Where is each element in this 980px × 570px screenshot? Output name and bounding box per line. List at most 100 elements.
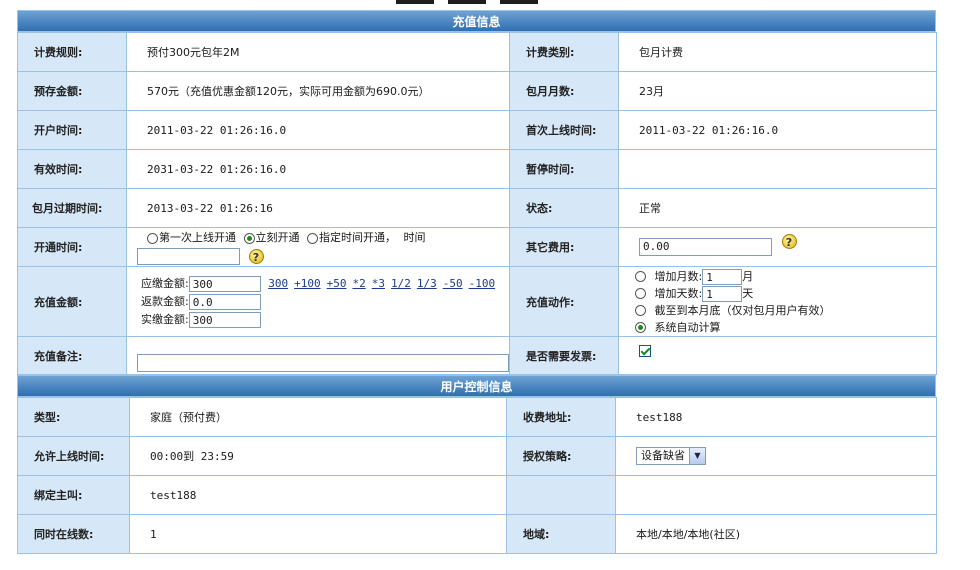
billing-category-label: 计费类别: xyxy=(509,32,619,72)
action-cell: 增加月数: 1 月 增加天数: 1 天 截至到本月底（仅对包月用户有效） 系统自动计算 xyxy=(618,266,937,337)
type-label: 类型: xyxy=(17,397,130,437)
bind-caller-value: test188 xyxy=(129,475,507,515)
auth-policy-label: 授权策略: xyxy=(506,436,616,476)
concurrent-label: 同时在线数: xyxy=(17,514,130,554)
billing-rule-value: 预付300元包年2M xyxy=(126,32,510,72)
action-radio-add-days[interactable] xyxy=(635,288,646,299)
billing-rule-label: 计费规则: xyxy=(17,32,127,72)
quick-amount-link[interactable]: *2 xyxy=(352,277,365,290)
open-time-value: 2011-03-22 01:26:16.0 xyxy=(126,110,510,150)
open-time-label: 开户时间: xyxy=(17,110,127,150)
auth-policy-cell: 设备缺省 ▼ xyxy=(615,436,937,476)
region-label: 地域: xyxy=(506,514,616,554)
region-value: 本地/本地/本地(社区) xyxy=(615,514,937,554)
status-value: 正常 xyxy=(618,188,937,228)
other-fee-label: 其它费用: xyxy=(509,227,619,267)
table-row: 充值金额: 应缴金额: 300 300 +100 +50 *2 *3 1/2 1/3 -50 -1… xyxy=(17,266,937,337)
bind-caller-label: 绑定主叫: xyxy=(17,475,130,515)
table-row: 计费规则: 预付300元包年2M 计费类别: 包月计费 xyxy=(17,32,937,72)
deposit-value: 570元（充值优惠金额120元，实际可用金额为690.0元） xyxy=(126,71,510,111)
deposit-label: 预存金额: xyxy=(17,71,127,111)
form-container: 充值信息 计费规则: 预付300元包年2M 计费类别: 包月计费 预存金额: 5… xyxy=(17,10,937,554)
add-days-input[interactable]: 1 xyxy=(702,285,743,302)
activation-radio-immediate[interactable] xyxy=(243,232,255,244)
invoice-checkbox[interactable] xyxy=(639,345,651,357)
empty-label xyxy=(506,475,616,515)
activation-radio-specified[interactable] xyxy=(307,232,318,244)
toolbar-button-2[interactable] xyxy=(448,0,486,4)
billing-category-value: 包月计费 xyxy=(618,32,937,72)
quick-amount-links: 300 +100 +50 *2 *3 1/2 1/3 -50 -100 xyxy=(268,277,501,290)
first-online-value: 2011-03-22 01:26:16.0 xyxy=(618,110,937,150)
toolbar-button-1[interactable] xyxy=(396,0,434,4)
charge-address-value: test188 xyxy=(615,397,937,437)
add-months-input[interactable]: 1 xyxy=(702,268,743,285)
due-amount-input[interactable]: 300 xyxy=(188,275,261,292)
charge-address-label: 收费地址: xyxy=(506,397,616,437)
type-value: 家庭（预付费） xyxy=(129,397,507,437)
due-label: 应缴金额: xyxy=(141,276,189,290)
quick-amount-link[interactable]: -50 xyxy=(443,277,463,290)
table-row: 有效时间: 2031-03-22 01:26:16.0 暂停时间: xyxy=(17,149,937,189)
quick-amount-link[interactable]: 1/2 xyxy=(391,277,411,290)
recharge-table: 计费规则: 预付300元包年2M 计费类别: 包月计费 预存金额: 570元（充… xyxy=(17,32,937,375)
first-online-label: 首次上线时间: xyxy=(509,110,619,150)
activation-option-specified: 指定时间开通， xyxy=(319,231,396,244)
action-label: 充值动作: xyxy=(509,266,619,337)
status-label: 状态: xyxy=(509,188,619,228)
action-auto-label: 系统自动计算 xyxy=(654,320,721,334)
help-icon[interactable]: ? xyxy=(781,233,797,249)
action-add-months-label: 增加月数: xyxy=(654,269,703,283)
table-row: 类型: 家庭（预付费） 收费地址: test188 xyxy=(17,397,937,437)
remark-label: 充值备注: xyxy=(17,336,127,375)
activation-label: 开通时间: xyxy=(17,227,127,267)
invoice-label: 是否需要发票: xyxy=(509,336,619,375)
other-fee-input[interactable]: 0.00 xyxy=(639,238,772,256)
toolbar-button-3[interactable] xyxy=(500,0,538,4)
allowed-time-label: 允许上线时间: xyxy=(17,436,130,476)
auth-policy-selected: 设备缺省 xyxy=(641,449,685,462)
quick-amount-link[interactable]: -100 xyxy=(469,277,496,290)
allowed-time-value: 00:00到 23:59 xyxy=(129,436,507,476)
remark-cell xyxy=(126,336,510,375)
quick-amount-link[interactable]: 1/3 xyxy=(417,277,437,290)
pause-time-label: 暂停时间: xyxy=(509,149,619,189)
chevron-down-icon[interactable]: ▼ xyxy=(689,448,705,464)
refund-amount-input[interactable]: 0.0 xyxy=(188,293,261,310)
activation-time-label: 时间 xyxy=(403,231,426,244)
user-control-table: 类型: 家庭（预付费） 收费地址: test188 允许上线时间: 00:00到… xyxy=(17,397,937,554)
user-control-section-title: 用户控制信息 xyxy=(17,375,936,397)
quick-amount-link[interactable]: +50 xyxy=(327,277,347,290)
remark-input[interactable] xyxy=(137,354,509,372)
pause-time-value xyxy=(618,149,937,189)
quick-amount-link[interactable]: +100 xyxy=(294,277,321,290)
quick-amount-link[interactable]: 300 xyxy=(268,277,288,290)
table-row: 允许上线时间: 00:00到 23:59 授权策略: 设备缺省 ▼ xyxy=(17,436,937,476)
empty-value xyxy=(615,475,937,515)
table-row: 绑定主叫: test188 xyxy=(17,475,937,515)
invoice-cell xyxy=(618,336,937,375)
activation-time-input[interactable] xyxy=(137,247,240,265)
activation-option-first-online: 第一次上线开通 xyxy=(159,231,236,244)
recharge-section-title: 充值信息 xyxy=(17,10,936,32)
action-radio-month-end[interactable] xyxy=(635,305,646,316)
amount-label: 充值金额: xyxy=(17,266,127,337)
table-row: 充值备注: 是否需要发票: xyxy=(17,336,937,375)
activation-radio-first-online[interactable] xyxy=(147,232,158,244)
auth-policy-select[interactable]: 设备缺省 ▼ xyxy=(636,447,706,465)
expire-value: 2013-03-22 01:26:16 xyxy=(126,188,510,228)
months-value: 23月 xyxy=(618,71,937,111)
table-row: 同时在线数: 1 地域: 本地/本地/本地(社区) xyxy=(17,514,937,554)
table-row: 开户时间: 2011-03-22 01:26:16.0 首次上线时间: 2011… xyxy=(17,110,937,150)
activation-cell: 第一次上线开通 立刻开通 指定时间开通， 时间 ? xyxy=(126,227,510,267)
table-row: 预存金额: 570元（充值优惠金额120元，实际可用金额为690.0元） 包月月… xyxy=(17,71,937,111)
quick-amount-link[interactable]: *3 xyxy=(372,277,385,290)
other-fee-cell: 0.00 ? xyxy=(618,227,937,267)
paid-label: 实缴金额: xyxy=(141,312,189,326)
action-radio-add-months[interactable] xyxy=(635,271,646,282)
valid-time-value: 2031-03-22 01:26:16.0 xyxy=(126,149,510,189)
paid-amount-input[interactable]: 300 xyxy=(188,311,261,328)
table-row: 包月过期时间: 2013-03-22 01:26:16 状态: 正常 xyxy=(17,188,937,228)
action-radio-auto[interactable] xyxy=(635,322,646,333)
help-icon[interactable]: ? xyxy=(248,248,264,264)
